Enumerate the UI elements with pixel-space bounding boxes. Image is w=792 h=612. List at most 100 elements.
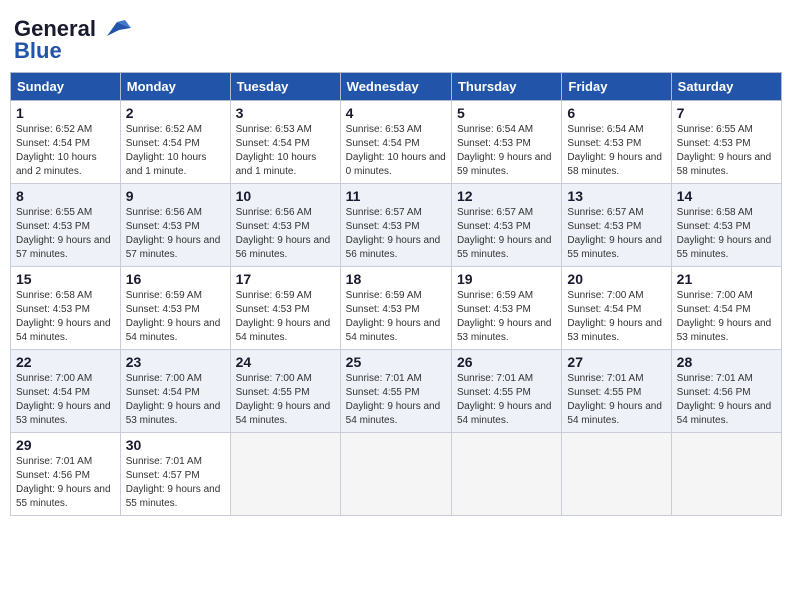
calendar-cell: 28 Sunrise: 7:01 AMSunset: 4:56 PMDayligh… xyxy=(671,350,781,433)
calendar-week-5: 29 Sunrise: 7:01 AMSunset: 4:56 PMDayligh… xyxy=(11,433,782,516)
calendar-cell: 16 Sunrise: 6:59 AMSunset: 4:53 PMDayligh… xyxy=(120,267,230,350)
calendar-cell: 21 Sunrise: 7:00 AMSunset: 4:54 PMDayligh… xyxy=(671,267,781,350)
day-detail: Sunrise: 7:01 AMSunset: 4:56 PMDaylight:… xyxy=(16,456,111,509)
day-number: 26 xyxy=(457,354,556,370)
day-number: 15 xyxy=(16,271,115,287)
header-day-sunday: Sunday xyxy=(11,73,121,101)
day-number: 19 xyxy=(457,271,556,287)
day-detail: Sunrise: 6:58 AMSunset: 4:53 PMDaylight:… xyxy=(677,207,772,260)
day-detail: Sunrise: 6:52 AMSunset: 4:54 PMDaylight:… xyxy=(16,124,97,177)
calendar-cell: 22 Sunrise: 7:00 AMSunset: 4:54 PMDayligh… xyxy=(11,350,121,433)
day-number: 21 xyxy=(677,271,776,287)
day-detail: Sunrise: 6:59 AMSunset: 4:53 PMDaylight:… xyxy=(457,290,552,343)
calendar-cell xyxy=(230,433,340,516)
day-detail: Sunrise: 7:01 AMSunset: 4:55 PMDaylight:… xyxy=(346,373,441,426)
day-number: 11 xyxy=(346,188,446,204)
day-number: 27 xyxy=(567,354,665,370)
day-number: 30 xyxy=(126,437,225,453)
calendar-cell: 3 Sunrise: 6:53 AMSunset: 4:54 PMDaylight… xyxy=(230,101,340,184)
day-detail: Sunrise: 6:59 AMSunset: 4:53 PMDaylight:… xyxy=(346,290,441,343)
calendar-cell xyxy=(451,433,561,516)
day-number: 22 xyxy=(16,354,115,370)
day-detail: Sunrise: 6:58 AMSunset: 4:53 PMDaylight:… xyxy=(16,290,111,343)
day-number: 2 xyxy=(126,105,225,121)
day-number: 29 xyxy=(16,437,115,453)
day-detail: Sunrise: 7:00 AMSunset: 4:54 PMDaylight:… xyxy=(567,290,662,343)
day-number: 23 xyxy=(126,354,225,370)
day-number: 8 xyxy=(16,188,115,204)
day-number: 28 xyxy=(677,354,776,370)
day-number: 18 xyxy=(346,271,446,287)
calendar-cell xyxy=(562,433,671,516)
calendar-cell: 17 Sunrise: 6:59 AMSunset: 4:53 PMDayligh… xyxy=(230,267,340,350)
day-detail: Sunrise: 6:53 AMSunset: 4:54 PMDaylight:… xyxy=(236,124,317,177)
logo: General Blue xyxy=(14,16,131,64)
day-number: 4 xyxy=(346,105,446,121)
calendar-cell: 27Sunrise: 7:01 AMSunset: 4:55 PMDayligh… xyxy=(562,350,671,433)
day-number: 10 xyxy=(236,188,335,204)
day-detail: Sunrise: 7:00 AMSunset: 4:54 PMDaylight:… xyxy=(677,290,772,343)
calendar-cell: 10 Sunrise: 6:56 AMSunset: 4:53 PMDayligh… xyxy=(230,184,340,267)
header-day-tuesday: Tuesday xyxy=(230,73,340,101)
header-day-monday: Monday xyxy=(120,73,230,101)
calendar-cell: 19 Sunrise: 6:59 AMSunset: 4:53 PMDayligh… xyxy=(451,267,561,350)
day-number: 24 xyxy=(236,354,335,370)
calendar-week-1: 1 Sunrise: 6:52 AMSunset: 4:54 PMDaylight… xyxy=(11,101,782,184)
day-number: 20 xyxy=(567,271,665,287)
calendar-cell: 2 Sunrise: 6:52 AMSunset: 4:54 PMDaylight… xyxy=(120,101,230,184)
day-number: 14 xyxy=(677,188,776,204)
day-number: 16 xyxy=(126,271,225,287)
calendar-cell xyxy=(340,433,451,516)
calendar-cell: 11 Sunrise: 6:57 AMSunset: 4:53 PMDayligh… xyxy=(340,184,451,267)
calendar-cell: 30 Sunrise: 7:01 AMSunset: 4:57 PMDayligh… xyxy=(120,433,230,516)
header-day-thursday: Thursday xyxy=(451,73,561,101)
logo-bird-icon xyxy=(97,18,131,40)
calendar-cell: 5 Sunrise: 6:54 AMSunset: 4:53 PMDaylight… xyxy=(451,101,561,184)
header-day-friday: Friday xyxy=(562,73,671,101)
day-detail: Sunrise: 6:59 AMSunset: 4:53 PMDaylight:… xyxy=(126,290,221,343)
day-detail: Sunrise: 6:55 AMSunset: 4:53 PMDaylight:… xyxy=(16,207,111,260)
day-number: 5 xyxy=(457,105,556,121)
day-detail: Sunrise: 6:57 AMSunset: 4:53 PMDaylight:… xyxy=(346,207,441,260)
day-detail: Sunrise: 6:56 AMSunset: 4:53 PMDaylight:… xyxy=(236,207,331,260)
day-number: 17 xyxy=(236,271,335,287)
day-detail: Sunrise: 6:54 AMSunset: 4:53 PMDaylight:… xyxy=(457,124,552,177)
calendar-cell: 29 Sunrise: 7:01 AMSunset: 4:56 PMDayligh… xyxy=(11,433,121,516)
day-number: 3 xyxy=(236,105,335,121)
day-number: 25 xyxy=(346,354,446,370)
calendar-cell: 26Sunrise: 7:01 AMSunset: 4:55 PMDayligh… xyxy=(451,350,561,433)
day-number: 1 xyxy=(16,105,115,121)
day-detail: Sunrise: 6:59 AMSunset: 4:53 PMDaylight:… xyxy=(236,290,331,343)
day-number: 9 xyxy=(126,188,225,204)
calendar-cell: 15 Sunrise: 6:58 AMSunset: 4:53 PMDayligh… xyxy=(11,267,121,350)
calendar-cell: 24 Sunrise: 7:00 AMSunset: 4:55 PMDayligh… xyxy=(230,350,340,433)
day-detail: Sunrise: 7:00 AMSunset: 4:54 PMDaylight:… xyxy=(126,373,221,426)
header-day-saturday: Saturday xyxy=(671,73,781,101)
day-detail: Sunrise: 6:56 AMSunset: 4:53 PMDaylight:… xyxy=(126,207,221,260)
day-detail: Sunrise: 6:52 AMSunset: 4:54 PMDaylight:… xyxy=(126,124,207,177)
calendar-cell: 14 Sunrise: 6:58 AMSunset: 4:53 PMDayligh… xyxy=(671,184,781,267)
day-detail: Sunrise: 6:57 AMSunset: 4:53 PMDaylight:… xyxy=(567,207,662,260)
calendar-cell: 13 Sunrise: 6:57 AMSunset: 4:53 PMDayligh… xyxy=(562,184,671,267)
day-detail: Sunrise: 6:57 AMSunset: 4:53 PMDaylight:… xyxy=(457,207,552,260)
calendar-cell: 18 Sunrise: 6:59 AMSunset: 4:53 PMDayligh… xyxy=(340,267,451,350)
day-number: 13 xyxy=(567,188,665,204)
calendar-cell: 8 Sunrise: 6:55 AMSunset: 4:53 PMDaylight… xyxy=(11,184,121,267)
calendar-cell: 6Sunrise: 6:54 AMSunset: 4:53 PMDaylight… xyxy=(562,101,671,184)
day-detail: Sunrise: 7:00 AMSunset: 4:54 PMDaylight:… xyxy=(16,373,111,426)
calendar-week-2: 8 Sunrise: 6:55 AMSunset: 4:53 PMDaylight… xyxy=(11,184,782,267)
calendar-week-3: 15 Sunrise: 6:58 AMSunset: 4:53 PMDayligh… xyxy=(11,267,782,350)
logo-blue: Blue xyxy=(14,38,62,64)
header-day-wednesday: Wednesday xyxy=(340,73,451,101)
calendar-cell: 12 Sunrise: 6:57 AMSunset: 4:53 PMDayligh… xyxy=(451,184,561,267)
calendar-cell xyxy=(671,433,781,516)
day-detail: Sunrise: 7:01 AMSunset: 4:56 PMDaylight:… xyxy=(677,373,772,426)
day-detail: Sunrise: 6:53 AMSunset: 4:54 PMDaylight:… xyxy=(346,124,446,177)
day-number: 12 xyxy=(457,188,556,204)
day-detail: Sunrise: 7:00 AMSunset: 4:55 PMDaylight:… xyxy=(236,373,331,426)
calendar-cell: 9 Sunrise: 6:56 AMSunset: 4:53 PMDaylight… xyxy=(120,184,230,267)
calendar-week-4: 22 Sunrise: 7:00 AMSunset: 4:54 PMDayligh… xyxy=(11,350,782,433)
header: General Blue xyxy=(10,10,782,66)
day-detail: Sunrise: 7:01 AMSunset: 4:57 PMDaylight:… xyxy=(126,456,221,509)
calendar-header-row: SundayMondayTuesdayWednesdayThursdayFrid… xyxy=(11,73,782,101)
